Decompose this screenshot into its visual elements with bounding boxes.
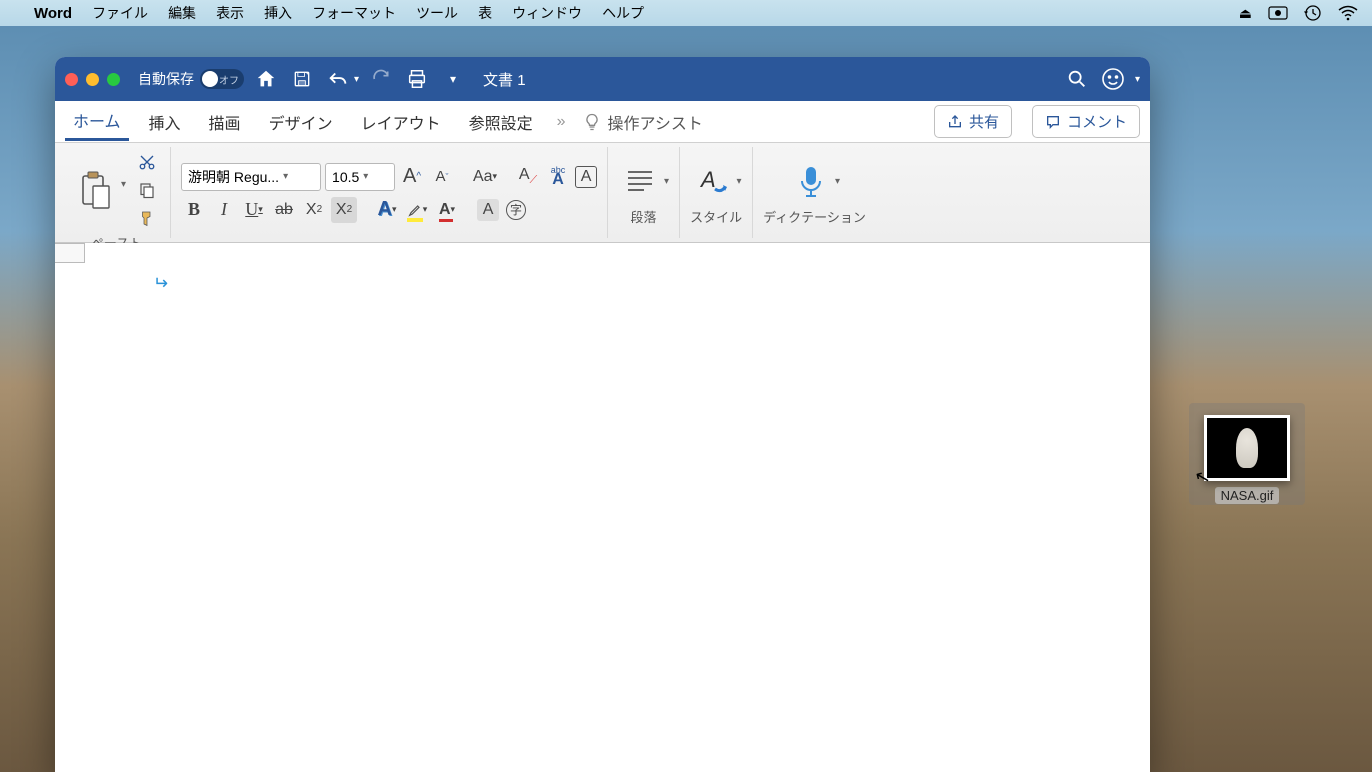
font-name-combo[interactable]: 游明朝 Regu...▾ <box>181 163 321 191</box>
document-title: 文書 1 <box>483 69 526 90</box>
highlight-color-icon[interactable]: ▾ <box>404 197 430 223</box>
macos-menubar: Word ファイル 編集 表示 挿入 フォーマット ツール 表 ウィンドウ ヘル… <box>0 0 1372 26</box>
menu-edit[interactable]: 編集 <box>168 3 196 23</box>
shrink-font-icon[interactable]: Aˇ <box>429 164 455 190</box>
styles-group: A ▾ スタイル <box>680 147 753 238</box>
phonetic-guide-icon[interactable]: abcA <box>545 164 571 190</box>
autosave-control[interactable]: 自動保存 オフ <box>138 69 244 89</box>
format-painter-icon[interactable] <box>134 205 160 231</box>
zoom-window-button[interactable] <box>107 73 120 86</box>
qat-customize[interactable]: ▾ <box>439 65 467 93</box>
tab-insert[interactable]: 挿入 <box>141 104 189 140</box>
more-tabs-icon[interactable]: » <box>553 113 570 131</box>
clipboard-group: ▾ ペースト <box>63 147 171 238</box>
paragraph-group: ▾ 段落 <box>608 147 680 238</box>
font-color-icon[interactable]: A ▾ <box>434 197 460 223</box>
svg-text:A: A <box>699 167 716 192</box>
tab-references[interactable]: 参照設定 <box>461 104 541 140</box>
home-icon[interactable] <box>252 65 280 93</box>
comment-button[interactable]: コメント <box>1032 105 1140 138</box>
ribbon-tabs: ホーム 挿入 描画 デザイン レイアウト 参照設定 » 操作アシスト 共有 コメ… <box>55 101 1150 143</box>
wifi-icon[interactable] <box>1338 5 1358 21</box>
styles-button[interactable]: A <box>691 159 735 203</box>
dictation-dropdown[interactable]: ▾ <box>835 176 840 187</box>
clear-formatting-icon[interactable]: A⟋ <box>515 164 541 190</box>
paste-button[interactable] <box>73 168 117 212</box>
document-canvas[interactable]: ↵ <box>55 243 1150 772</box>
traffic-lights <box>65 73 120 86</box>
save-icon[interactable] <box>288 65 316 93</box>
subscript-button[interactable]: X2 <box>301 197 327 223</box>
minimize-window-button[interactable] <box>86 73 99 86</box>
menu-help[interactable]: ヘルプ <box>602 3 644 23</box>
tab-design[interactable]: デザイン <box>261 104 341 140</box>
tab-layout[interactable]: レイアウト <box>353 104 449 140</box>
share-icon <box>947 114 963 130</box>
account-dropdown[interactable]: ▾ <box>1135 74 1140 85</box>
undo-button[interactable] <box>324 65 352 93</box>
file-name-label: NASA.gif <box>1215 487 1280 504</box>
autosave-toggle[interactable]: オフ <box>200 69 244 89</box>
character-shading-icon[interactable]: A <box>477 199 499 221</box>
paragraph-button[interactable] <box>618 159 662 203</box>
tab-home[interactable]: ホーム <box>65 102 129 141</box>
italic-button[interactable]: I <box>211 197 237 223</box>
autosave-label: 自動保存 <box>138 69 194 89</box>
file-thumbnail <box>1204 415 1290 481</box>
comment-icon <box>1045 114 1061 130</box>
menu-format[interactable]: フォーマット <box>312 3 396 23</box>
paragraph-mark-icon: ↵ <box>153 273 168 294</box>
text-effects-icon[interactable]: A ▾ <box>374 197 400 223</box>
search-icon[interactable] <box>1063 65 1091 93</box>
underline-button[interactable]: U ▾ <box>241 197 267 223</box>
redo-button[interactable] <box>367 65 395 93</box>
strikethrough-button[interactable]: ab <box>271 197 297 223</box>
font-size-combo[interactable]: 10.5▾ <box>325 163 395 191</box>
account-icon[interactable] <box>1099 65 1127 93</box>
paste-dropdown[interactable]: ▾ <box>121 179 126 190</box>
bold-button[interactable]: B <box>181 197 207 223</box>
copy-icon[interactable] <box>134 177 160 203</box>
dictation-button[interactable] <box>789 159 833 203</box>
time-machine-icon[interactable] <box>1304 4 1322 22</box>
grow-font-icon[interactable]: A^ <box>399 164 425 190</box>
dictation-group: ▾ ディクテーション <box>753 147 876 238</box>
menu-file[interactable]: ファイル <box>92 3 148 23</box>
enclose-characters-icon[interactable]: 字 <box>503 197 529 223</box>
screen-record-icon[interactable] <box>1268 6 1288 20</box>
window-titlebar: 自動保存 オフ ▾ ▾ 文書 1 ▾ <box>55 57 1150 101</box>
menu-tools[interactable]: ツール <box>416 3 458 23</box>
desktop-file-nasa[interactable]: NASA.gif <box>1197 415 1297 505</box>
eject-icon[interactable]: ⏏ <box>1239 5 1252 22</box>
close-window-button[interactable] <box>65 73 78 86</box>
menu-view[interactable]: 表示 <box>216 3 244 23</box>
undo-dropdown[interactable]: ▾ <box>354 74 359 85</box>
cut-icon[interactable] <box>134 149 160 175</box>
menu-table[interactable]: 表 <box>478 3 492 23</box>
print-icon[interactable] <box>403 65 431 93</box>
lightbulb-icon <box>582 112 602 132</box>
tab-draw[interactable]: 描画 <box>201 104 249 140</box>
ruler-tab <box>55 243 85 263</box>
paragraph-dropdown[interactable]: ▾ <box>664 176 669 187</box>
character-border-icon[interactable]: A <box>575 166 597 188</box>
menu-insert[interactable]: 挿入 <box>264 3 292 23</box>
tell-me-search[interactable]: 操作アシスト <box>582 110 703 134</box>
superscript-button[interactable]: X2 <box>331 197 357 223</box>
share-button[interactable]: 共有 <box>934 105 1012 138</box>
ribbon-home: ▾ ペースト 游明朝 Regu...▾ 10.5▾ A^ Aˇ Aa ▾ A⟋ … <box>55 143 1150 243</box>
app-name[interactable]: Word <box>34 5 72 22</box>
font-group: 游明朝 Regu...▾ 10.5▾ A^ Aˇ Aa ▾ A⟋ abcA A … <box>171 147 608 238</box>
change-case-icon[interactable]: Aa ▾ <box>472 164 498 190</box>
styles-dropdown[interactable]: ▾ <box>737 176 742 187</box>
menu-window[interactable]: ウィンドウ <box>512 3 582 23</box>
word-window: 自動保存 オフ ▾ ▾ 文書 1 ▾ ホーム 挿入 描画 デザイン レイアウト … <box>55 57 1150 772</box>
